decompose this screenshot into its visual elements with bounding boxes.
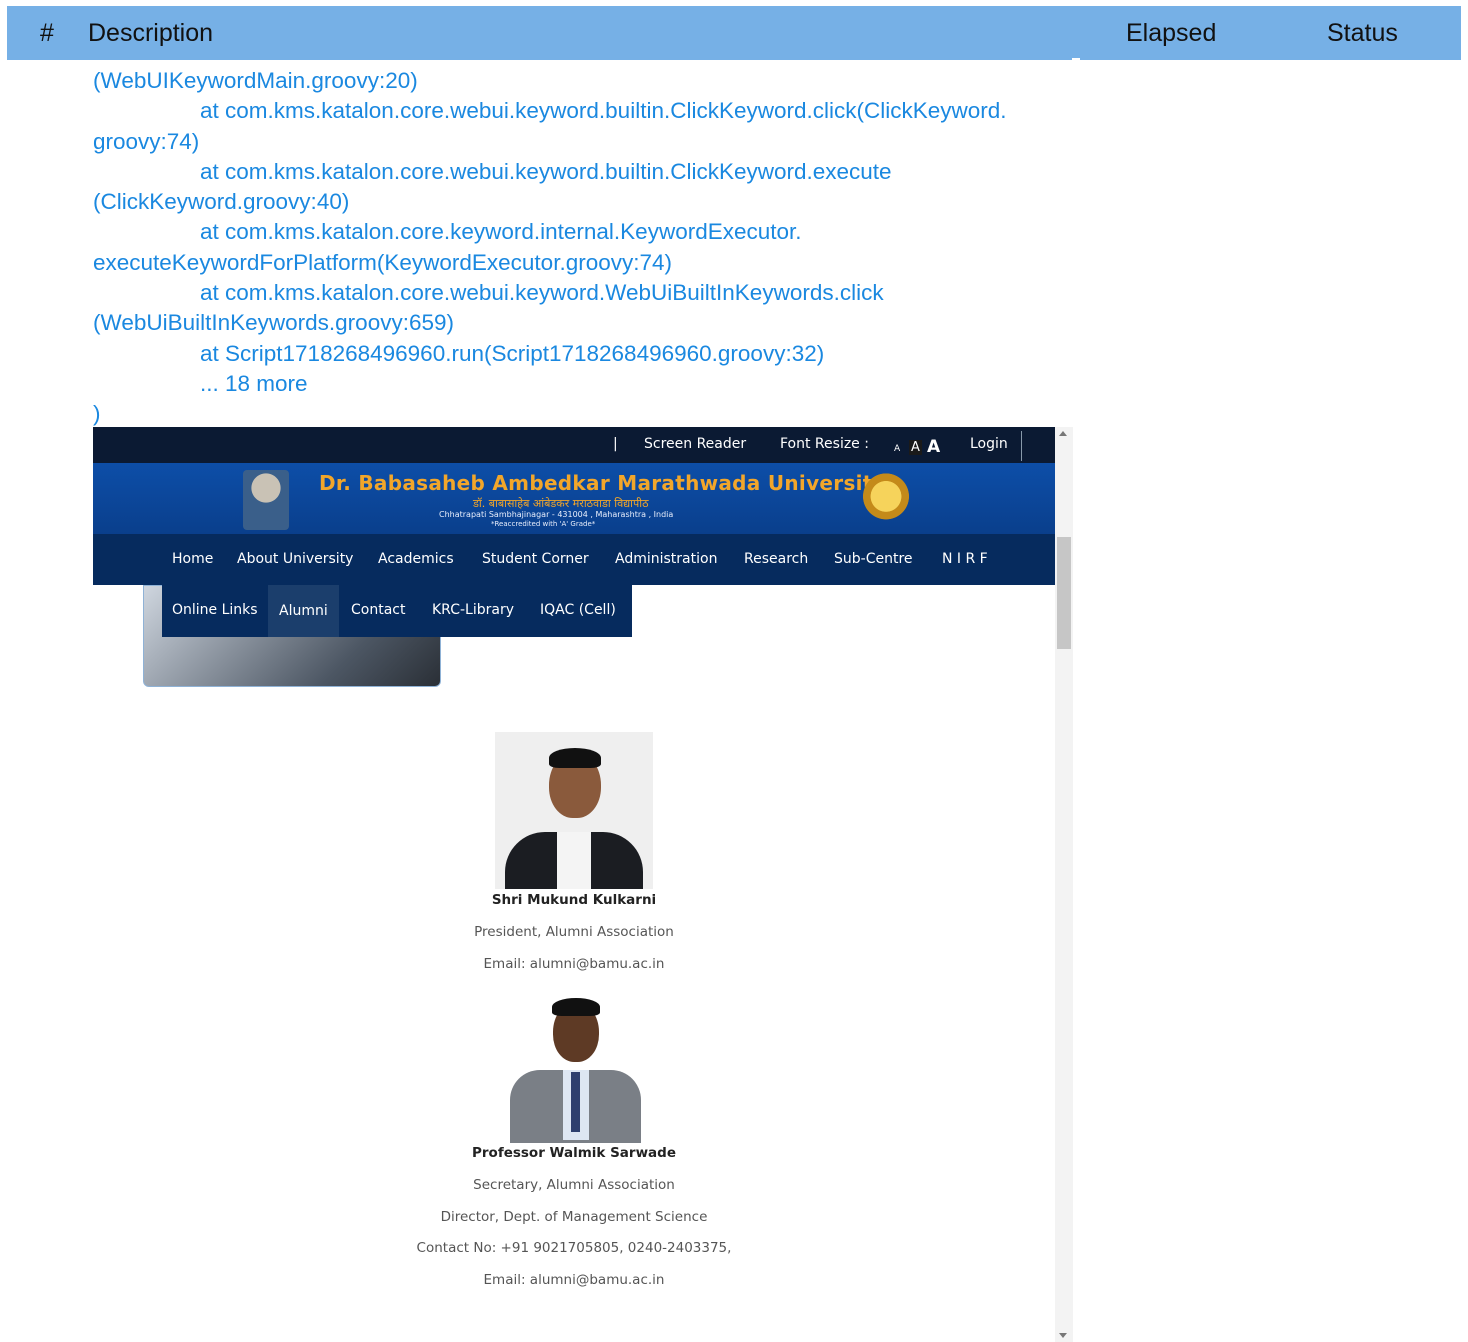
university-banner: Dr. Babasaheb Ambedkar Marathwada Univer… bbox=[93, 463, 1055, 534]
nav-item-iqac-cell[interactable]: IQAC (Cell) bbox=[540, 602, 616, 618]
screen-reader-link[interactable]: Screen Reader bbox=[644, 436, 746, 452]
vertical-scrollbar[interactable] bbox=[1055, 427, 1073, 1342]
person-email: Email: alumni@bamu.ac.in bbox=[483, 956, 665, 972]
log-line: at com.kms.katalon.core.keyword.internal… bbox=[200, 219, 802, 245]
log-line: ) bbox=[93, 401, 101, 427]
accreditation-note: *Reaccredited with 'A' Grade* bbox=[491, 520, 596, 528]
scroll-down-arrow-icon[interactable] bbox=[1059, 1333, 1067, 1338]
nav-item-home[interactable]: Home bbox=[172, 551, 213, 567]
font-resize-label: Font Resize : bbox=[780, 436, 869, 452]
report-table-header: # Description Elapsed Status bbox=[7, 6, 1461, 60]
person-detail: Secretary, Alumni Association bbox=[473, 1177, 675, 1193]
university-title-marathi: डॉ. बाबासाहेब आंबेडकर मराठवाडा विद्यापीठ bbox=[473, 497, 649, 510]
nav-item-sub-centre[interactable]: Sub-Centre bbox=[834, 551, 913, 567]
font-size-large-button[interactable]: A bbox=[927, 437, 940, 457]
log-line: at Script1718268496960.run(Script1718268… bbox=[200, 340, 825, 366]
log-line: (WebUIKeywordMain.groovy:20) bbox=[93, 68, 418, 93]
column-status-header[interactable]: Status bbox=[1327, 19, 1398, 48]
nav-item-about-university[interactable]: About University bbox=[237, 551, 353, 567]
person-contact: Contact No: +91 9021705805, 0240-2403375… bbox=[416, 1240, 732, 1256]
alumni-secretary-photo bbox=[508, 988, 643, 1143]
nav-item-nirf[interactable]: N I R F bbox=[942, 551, 988, 567]
person-name: Professor Walmik Sarwade bbox=[472, 1145, 676, 1161]
stack-trace-log: (WebUIKeywordMain.groovy:20) at com.kms.… bbox=[93, 66, 1083, 430]
main-navigation: Home About University Academics Student … bbox=[93, 534, 1055, 585]
nav-item-online-links[interactable]: Online Links bbox=[172, 602, 258, 618]
log-line: (WebUiBuiltInKeywords.groovy:659) bbox=[93, 310, 454, 336]
university-address: Chhatrapati Sambhajinagar - 431004 , Mah… bbox=[439, 510, 674, 519]
column-index-header: # bbox=[40, 19, 54, 47]
column-elapsed-header[interactable]: Elapsed bbox=[1126, 19, 1216, 48]
font-size-small-button[interactable]: A bbox=[894, 444, 900, 454]
founder-portrait bbox=[243, 470, 289, 530]
font-size-medium-button[interactable]: A bbox=[909, 440, 922, 455]
nav-item-academics[interactable]: Academics bbox=[378, 551, 454, 567]
scroll-up-arrow-icon[interactable] bbox=[1059, 431, 1067, 436]
log-line: at com.kms.katalon.core.webui.keyword.bu… bbox=[200, 158, 892, 184]
site-top-bar: | Screen Reader Font Resize : A A A Logi… bbox=[93, 427, 1055, 463]
person-detail: President, Alumni Association bbox=[474, 924, 674, 940]
column-description-header[interactable]: Description bbox=[88, 19, 213, 48]
university-emblem-icon bbox=[861, 473, 911, 525]
scrollbar-thumb[interactable] bbox=[1057, 537, 1071, 649]
log-line: ... 18 more bbox=[200, 370, 308, 396]
university-title: Dr. Babasaheb Ambedkar Marathwada Univer… bbox=[319, 471, 887, 495]
person-name: Shri Mukund Kulkarni bbox=[491, 892, 657, 908]
person-email: Email: alumni@bamu.ac.in bbox=[483, 1272, 665, 1288]
topbar-separator: | bbox=[613, 436, 618, 452]
nav-item-administration[interactable]: Administration bbox=[615, 551, 717, 567]
nav-item-krc-library[interactable]: KRC-Library bbox=[432, 602, 514, 618]
header-divider bbox=[1072, 58, 1080, 62]
nav-item-student-corner[interactable]: Student Corner bbox=[482, 551, 589, 567]
alumni-president-photo bbox=[495, 732, 653, 889]
secondary-navigation: Online Links Alumni Contact KRC-Library … bbox=[162, 585, 632, 637]
nav-item-alumni[interactable]: Alumni bbox=[268, 585, 339, 637]
nav-item-research[interactable]: Research bbox=[744, 551, 808, 567]
nav-item-contact[interactable]: Contact bbox=[351, 602, 405, 618]
person-detail: Director, Dept. of Management Science bbox=[440, 1209, 708, 1225]
embedded-screenshot: | Screen Reader Font Resize : A A A Logi… bbox=[93, 427, 1073, 1342]
log-line: (ClickKeyword.groovy:40) bbox=[93, 189, 350, 215]
topbar-divider bbox=[1021, 431, 1022, 461]
log-line: executeKeywordForPlatform(KeywordExecuto… bbox=[93, 249, 673, 275]
log-line: at com.kms.katalon.core.webui.keyword.We… bbox=[200, 280, 884, 306]
login-link[interactable]: Login bbox=[970, 436, 1008, 452]
log-line: groovy:74) bbox=[93, 128, 200, 154]
log-line: at com.kms.katalon.core.webui.keyword.bu… bbox=[200, 98, 1007, 124]
